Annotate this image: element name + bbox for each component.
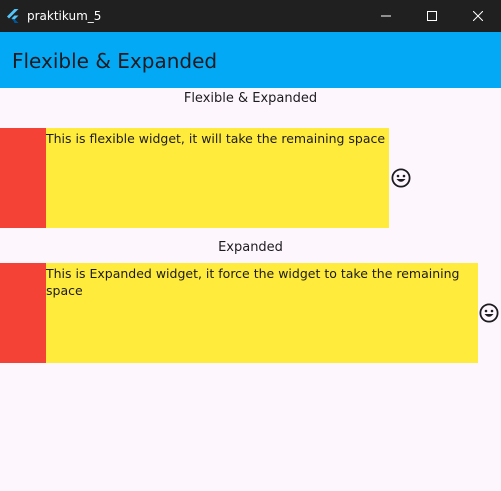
smiley-face-icon [479, 303, 499, 323]
expanded-yellow-box: This is Expanded widget, it force the wi… [46, 263, 478, 363]
window-titlebar[interactable]: praktikum_5 [0, 0, 501, 32]
expanded-section-heading: Expanded [218, 240, 283, 255]
close-icon [473, 11, 483, 21]
flexible-widget-text: This is flexible widget, it will take th… [46, 131, 386, 146]
flexible-red-box [0, 128, 46, 228]
expanded-widget-text: This is Expanded widget, it force the wi… [46, 266, 460, 298]
maximize-button[interactable] [409, 0, 455, 32]
smiley-face-icon [391, 168, 411, 188]
close-button[interactable] [455, 0, 501, 32]
app-bar-title: Flexible & Expanded [12, 49, 218, 73]
maximize-icon [427, 11, 437, 21]
window-title: praktikum_5 [27, 9, 102, 23]
minimize-icon [381, 15, 391, 17]
flutter-logo-icon [7, 9, 19, 23]
minimize-button[interactable] [363, 0, 409, 32]
expanded-red-box [0, 263, 46, 363]
app-bar: Flexible & Expanded [0, 32, 501, 88]
flexible-section-heading: Flexible & Expanded [183, 91, 318, 106]
app-window: praktikum_5 Flexible & Expanded Flexible… [0, 0, 501, 491]
flexible-yellow-box: This is flexible widget, it will take th… [46, 128, 389, 228]
